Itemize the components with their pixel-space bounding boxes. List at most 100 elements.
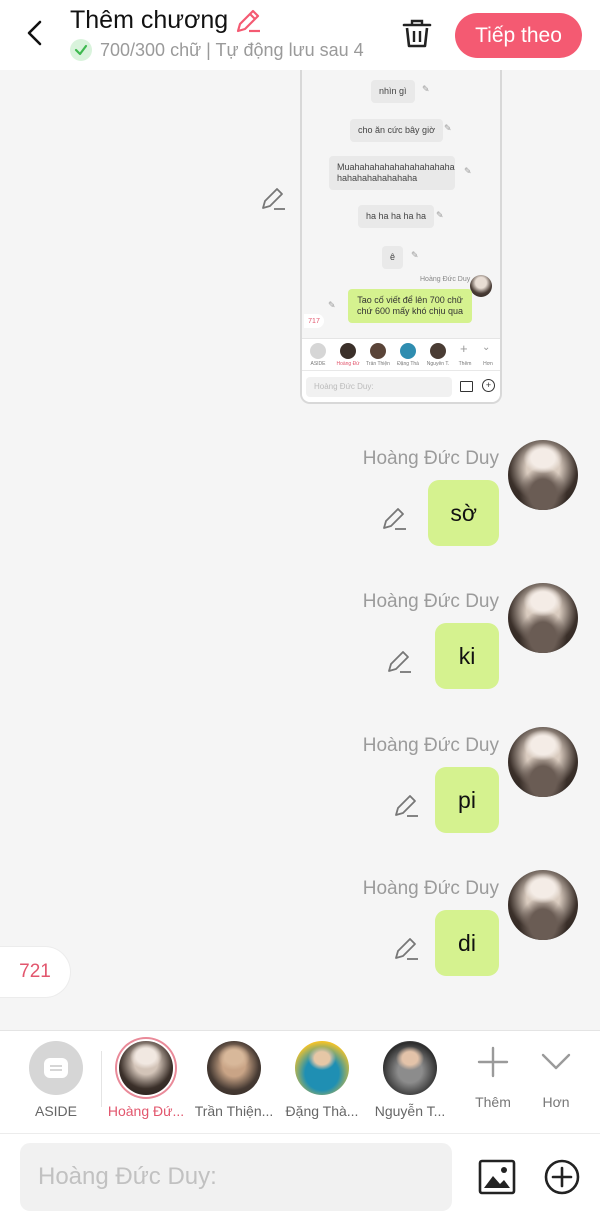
- mini-char-avatar: [370, 343, 386, 359]
- mini-chevron-icon: ⌄: [482, 342, 491, 353]
- character-label: Trần Thiện...: [194, 1103, 274, 1119]
- mini-char-label: Hơn: [483, 361, 493, 367]
- edit-message-button[interactable]: [381, 506, 407, 537]
- add-button[interactable]: [543, 1158, 581, 1201]
- character-dang-tha[interactable]: Đặng Thà...: [277, 1041, 367, 1119]
- pencil-icon: [383, 508, 406, 530]
- mini-pencil-icon: ✎: [328, 300, 336, 310]
- chapter-title-row[interactable]: Thêm chương: [70, 6, 374, 35]
- message-bubble[interactable]: pi: [435, 767, 499, 833]
- message-bubble[interactable]: sờ: [428, 480, 499, 546]
- screenshot-image-message[interactable]: nhìn gì ✎ cho ăn cức bây giờ ✎ Muahahaha…: [300, 70, 502, 404]
- add-character-button[interactable]: Thêm: [463, 1045, 523, 1110]
- mini-plus-icon: +: [460, 341, 468, 356]
- sender-name: Hoàng Đức Duy: [362, 878, 499, 899]
- character-aside[interactable]: ASIDE: [11, 1041, 101, 1119]
- mini-pencil-icon: ✎: [464, 166, 472, 176]
- pencil-icon: [388, 651, 411, 673]
- save-status: 700/300 chữ | Tự động lưu sau 4: [70, 39, 374, 61]
- edit-title-icon[interactable]: [234, 7, 262, 35]
- mini-sender: Hoàng Đức Duy: [420, 276, 471, 283]
- sender-name: Hoàng Đức Duy: [362, 591, 499, 612]
- mini-char-avatar: [340, 343, 356, 359]
- mini-image-icon: [460, 381, 473, 392]
- insert-image-button[interactable]: [477, 1158, 517, 1201]
- avatar[interactable]: [508, 870, 578, 940]
- character-label: Đặng Thà...: [285, 1103, 359, 1119]
- mini-aside-icon: [310, 343, 326, 359]
- mini-char-label: Thêm: [458, 361, 472, 367]
- mini-bubble: cho ăn cức bây giờ: [350, 119, 443, 142]
- plus-circle-icon: [544, 1159, 580, 1195]
- mini-green-bubble: Tao cố viết để lên 700 chữ chứ 600 mấy k…: [348, 289, 472, 323]
- page-title: Thêm chương: [70, 6, 229, 34]
- mini-char-label: Hoàng Đứ: [336, 361, 360, 367]
- message-input[interactable]: [20, 1143, 452, 1211]
- character-tran-thien[interactable]: Trần Thiện...: [189, 1041, 279, 1119]
- mini-char-avatar: [400, 343, 416, 359]
- word-count-badge: 721: [0, 947, 70, 997]
- mini-char-label: Trần Thiện: [366, 361, 390, 367]
- pencil-icon: [395, 795, 418, 817]
- message-composer: [0, 1133, 600, 1222]
- mini-pencil-icon: ✎: [422, 84, 430, 94]
- character-label: Hoàng Đứ...: [107, 1103, 185, 1119]
- character-hoang-duc-duy[interactable]: Hoàng Đứ...: [101, 1041, 191, 1119]
- character-label: Nguyễn T...: [374, 1103, 446, 1119]
- mini-add-icon: +: [482, 379, 495, 392]
- mini-word-count: 717: [304, 314, 324, 328]
- pencil-icon: [395, 938, 418, 960]
- chat-message: Hoàng Đức Duy sờ: [18, 440, 578, 578]
- check-icon: [70, 39, 92, 61]
- mini-bubble: ê: [382, 246, 404, 269]
- edit-image-message-button[interactable]: [260, 186, 286, 217]
- avatar[interactable]: [508, 583, 578, 653]
- mini-avatar: [470, 275, 492, 297]
- sender-name: Hoàng Đức Duy: [362, 735, 499, 756]
- aside-icon: [29, 1041, 83, 1095]
- mini-pencil-icon: ✎: [411, 250, 419, 260]
- avatar[interactable]: [508, 727, 578, 797]
- image-icon: [478, 1159, 516, 1195]
- message-bubble[interactable]: ki: [435, 623, 499, 689]
- edit-message-button[interactable]: [386, 649, 412, 680]
- back-button[interactable]: [18, 16, 52, 50]
- character-avatar: [295, 1041, 349, 1095]
- character-avatar: [119, 1041, 173, 1095]
- chevron-down-icon: [541, 1053, 571, 1070]
- mini-char-label: Đặng Thà: [397, 361, 419, 367]
- chat-message: Hoàng Đức Duy di: [18, 870, 578, 1008]
- mini-char-label: Nguyễn T.: [426, 361, 450, 367]
- mini-input: Hoàng Đức Duy:: [306, 377, 452, 397]
- message-bubble[interactable]: di: [435, 910, 499, 976]
- character-label: ASIDE: [34, 1103, 77, 1119]
- character-avatar: [207, 1041, 261, 1095]
- sender-name: Hoàng Đức Duy: [362, 448, 499, 469]
- mini-bubble: nhìn gì: [371, 80, 415, 103]
- trash-icon: [402, 19, 432, 48]
- word-status-text: 700/300 chữ | Tự động lưu sau 4: [100, 39, 364, 60]
- mini-char-label: ASIDE: [310, 361, 326, 367]
- chat-message: Hoàng Đức Duy pi: [18, 727, 578, 865]
- edit-message-button[interactable]: [393, 793, 419, 824]
- mini-bubble: ha ha ha ha ha: [358, 205, 435, 228]
- more-label: Hơn: [542, 1094, 570, 1110]
- delete-button[interactable]: [400, 16, 434, 50]
- title-area: Thêm chương 700/300 chữ | Tự động lưu sa…: [70, 6, 374, 61]
- more-button[interactable]: Hơn: [526, 1045, 586, 1110]
- character-bar: ASIDE Hoàng Đứ... Trần Thiện... Đặng Thà…: [0, 1030, 600, 1134]
- mini-character-bar: ASIDE Hoàng Đứ Trần Thiện Đặng Thà Nguyễ…: [302, 338, 500, 371]
- next-button[interactable]: Tiếp theo: [455, 13, 582, 58]
- add-label: Thêm: [475, 1094, 511, 1110]
- pencil-icon: [262, 188, 285, 210]
- mini-pencil-icon: ✎: [436, 210, 444, 220]
- mini-pencil-icon: ✎: [444, 123, 452, 133]
- top-bar: Thêm chương 700/300 chữ | Tự động lưu sa…: [0, 0, 600, 70]
- mini-bubble: Muahahahahahahahahahaha hahahahahahahaha: [329, 156, 455, 190]
- plus-icon: [477, 1046, 509, 1078]
- edit-message-button[interactable]: [393, 936, 419, 967]
- chat-message: Hoàng Đức Duy ki: [18, 583, 578, 721]
- character-nguyen-t[interactable]: Nguyễn T...: [365, 1041, 455, 1119]
- avatar[interactable]: [508, 440, 578, 510]
- chevron-left-icon: [27, 20, 42, 46]
